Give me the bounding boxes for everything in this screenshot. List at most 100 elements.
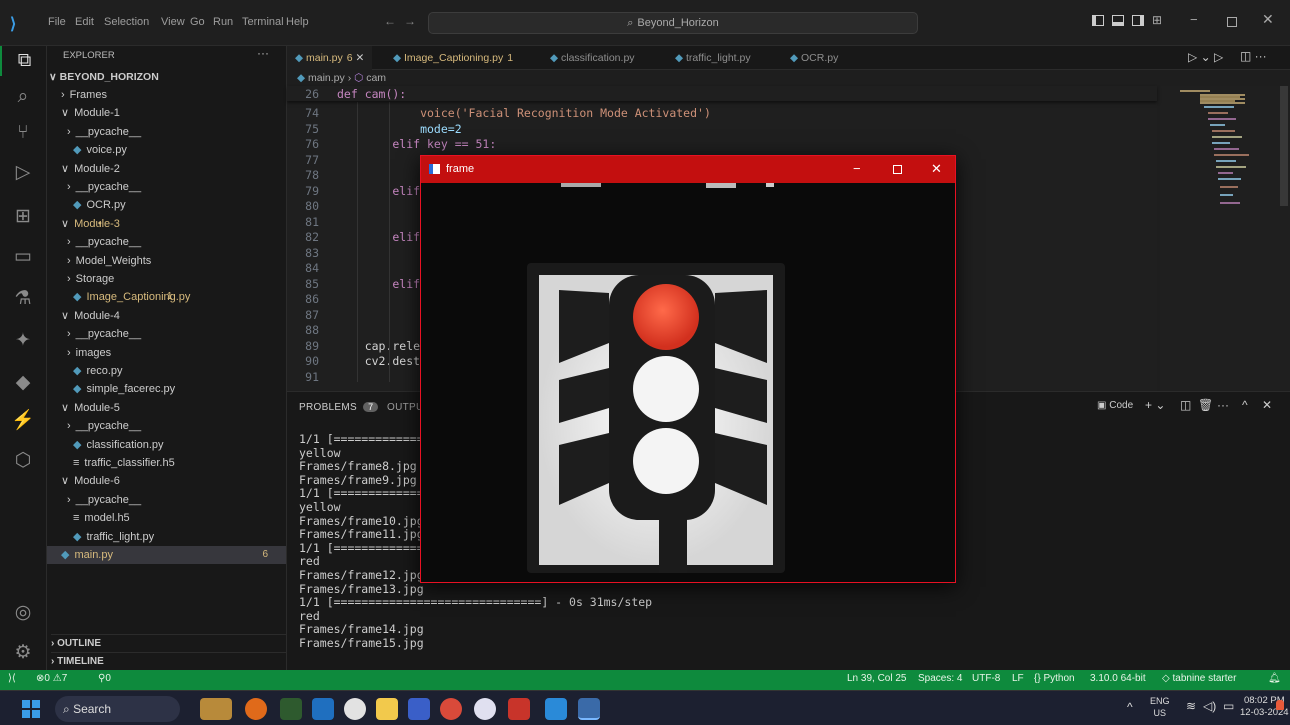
split-terminal-icon[interactable]: ◫	[1180, 398, 1191, 412]
notifications-bell-icon[interactable]: 🔔︎	[1268, 673, 1281, 684]
app-blue-icon[interactable]	[545, 698, 567, 720]
maximize-panel-icon[interactable]: ^	[1242, 398, 1248, 412]
chat-icon[interactable]	[344, 698, 366, 720]
app-white-icon[interactable]	[474, 698, 496, 720]
customize-layout-icon[interactable]: ⊞	[1152, 13, 1162, 27]
tree-item[interactable]: ∨ Module-4	[47, 307, 120, 325]
tab-ocr-py[interactable]: ◆ OCR.py	[782, 46, 846, 70]
tree-item[interactable]: ◆ simple_facerec.py	[47, 380, 175, 398]
tree-item[interactable]: › images	[47, 344, 111, 362]
nav-forward-icon[interactable]: →	[404, 14, 416, 28]
menu-selection[interactable]: Selection	[104, 16, 149, 28]
tree-item[interactable]: › __pycache__	[47, 325, 141, 343]
vscode-taskbar-icon[interactable]	[312, 698, 334, 720]
maximize-icon[interactable]	[1227, 17, 1237, 27]
widgets-icon[interactable]	[200, 698, 232, 720]
python-env-icon[interactable]: ✦	[8, 326, 38, 356]
tray-chevron-icon[interactable]: ^	[1127, 700, 1133, 714]
python-taskbar-icon[interactable]	[578, 698, 600, 720]
tree-item[interactable]: ◆ classification.py	[47, 436, 164, 454]
remote-explorer-icon[interactable]: ▭	[8, 242, 38, 272]
menu-help[interactable]: Help	[286, 16, 309, 28]
tabnine-status[interactable]: ◇ tabnine starter	[1162, 673, 1236, 684]
tab-image-captioning-py[interactable]: ◆ Image_Captioning.py 1	[385, 46, 521, 70]
frame-window[interactable]: frame − ✕	[420, 155, 956, 583]
editor-scrollbar[interactable]	[1280, 86, 1288, 206]
tab-traffic-light-py[interactable]: ◆ traffic_light.py	[667, 46, 759, 70]
tree-item[interactable]: › Model_Weights	[47, 252, 151, 270]
tree-item[interactable]: ∨ Module-5	[47, 399, 120, 417]
split-editor-icon[interactable]: ◫ ···	[1240, 49, 1267, 63]
breadcrumb-symbol[interactable]: cam	[366, 72, 386, 84]
tab-problems[interactable]: PROBLEMS 7	[299, 402, 379, 413]
gitlens-icon[interactable]: ⬡	[8, 446, 38, 476]
indentation[interactable]: Spaces: 4	[918, 673, 962, 684]
minimize-icon[interactable]: −	[1190, 12, 1198, 27]
taskbar-search[interactable]: ⌕ Search	[55, 696, 180, 722]
new-terminal-icon[interactable]: + ⌄	[1145, 398, 1165, 412]
tabnine-icon[interactable]: ◆	[8, 368, 38, 398]
file-explorer-icon[interactable]	[376, 698, 398, 720]
source-control-icon[interactable]: ⑂	[8, 118, 38, 148]
testing-icon[interactable]: ⚗	[8, 284, 38, 314]
app-green-icon[interactable]	[280, 698, 302, 720]
tree-item[interactable]: › __pycache__	[47, 417, 141, 435]
notification-bell-icon[interactable]	[1276, 700, 1284, 710]
frame-titlebar[interactable]: frame − ✕	[421, 156, 955, 183]
explorer-icon[interactable]: ⧉	[0, 46, 47, 76]
toggle-sidebar-icon[interactable]	[1092, 15, 1104, 26]
tree-item[interactable]: ∨ Module-6	[47, 472, 120, 490]
app-red-icon[interactable]	[508, 698, 530, 720]
menu-view[interactable]: View	[161, 16, 185, 28]
close-panel-icon[interactable]: ✕	[1262, 398, 1272, 412]
run-file-icon[interactable]: ▷ ⌄ ▷	[1188, 50, 1223, 64]
problems-status[interactable]: ⊗0 ⚠7	[36, 673, 67, 684]
tree-item[interactable]: › Frames	[47, 86, 107, 104]
tree-item[interactable]: › __pycache__	[47, 123, 141, 141]
tree-item[interactable]: ◆ traffic_light.py	[47, 528, 154, 546]
tree-item[interactable]: › Storage	[47, 270, 114, 288]
tree-item[interactable]: ◆ reco.py	[47, 362, 123, 380]
tree-item[interactable]: › __pycache__	[47, 491, 141, 509]
terminal-profile[interactable]: ▣ Code	[1097, 400, 1133, 411]
remote-indicator-icon[interactable]: ⟩⟨	[8, 673, 16, 684]
run-debug-icon[interactable]: ▷	[8, 158, 38, 188]
copilot-icon[interactable]: ⚡	[8, 406, 38, 436]
encoding[interactable]: UTF-8	[972, 673, 1000, 684]
frame-minimize-icon[interactable]: −	[853, 161, 861, 176]
tree-item[interactable]: › __pycache__	[47, 178, 141, 196]
close-icon[interactable]: ✕	[1262, 11, 1274, 28]
wifi-icon[interactable]: ≋	[1186, 699, 1196, 713]
menu-edit[interactable]: Edit	[75, 16, 94, 28]
minimap[interactable]	[1160, 86, 1290, 391]
frame-close-icon[interactable]: ✕	[931, 161, 942, 177]
tree-item[interactable]: ≡ traffic_classifier.h5	[47, 454, 175, 472]
menu-file[interactable]: File	[48, 16, 66, 28]
menu-terminal[interactable]: Terminal	[242, 16, 284, 28]
frame-maximize-icon[interactable]	[893, 165, 902, 174]
toggle-panel-icon[interactable]	[1112, 15, 1124, 26]
volume-icon[interactable]: ◁)	[1203, 699, 1216, 713]
tree-item[interactable]: ◆ OCR.py	[47, 196, 126, 214]
battery-icon[interactable]: ▭	[1223, 699, 1234, 713]
tree-item[interactable]: ∨ Module-1	[47, 104, 120, 122]
tree-item[interactable]: ◆ voice.py	[47, 141, 127, 159]
windows-start-icon[interactable]	[22, 700, 40, 718]
browser-orange-icon[interactable]	[245, 698, 267, 720]
panel-more-icon[interactable]: ···	[1217, 398, 1229, 412]
command-center[interactable]: ⌕ Beyond_Horizon	[428, 12, 918, 34]
tree-item[interactable]: ◆ main.py 6	[47, 546, 286, 564]
tree-item[interactable]: ∨ Module-3 ●	[47, 215, 120, 233]
timeline-section[interactable]: › TIMELINE	[51, 652, 286, 670]
kill-terminal-icon[interactable]: 🗑	[1198, 398, 1213, 412]
nav-back-icon[interactable]: ←	[384, 14, 396, 28]
extensions-icon[interactable]: ⊞	[8, 202, 38, 232]
line-ending[interactable]: LF	[1012, 673, 1024, 684]
tab-close-icon[interactable]: ✕	[353, 52, 365, 64]
toggle-secondary-sidebar-icon[interactable]	[1132, 15, 1144, 26]
breadcrumb-file[interactable]: main.py	[308, 72, 345, 84]
accounts-icon[interactable]: ◎	[8, 598, 38, 628]
outline-section[interactable]: › OUTLINE	[51, 634, 286, 652]
tree-item[interactable]: › __pycache__	[47, 233, 141, 251]
search-view-icon[interactable]: ⌕	[8, 82, 38, 112]
